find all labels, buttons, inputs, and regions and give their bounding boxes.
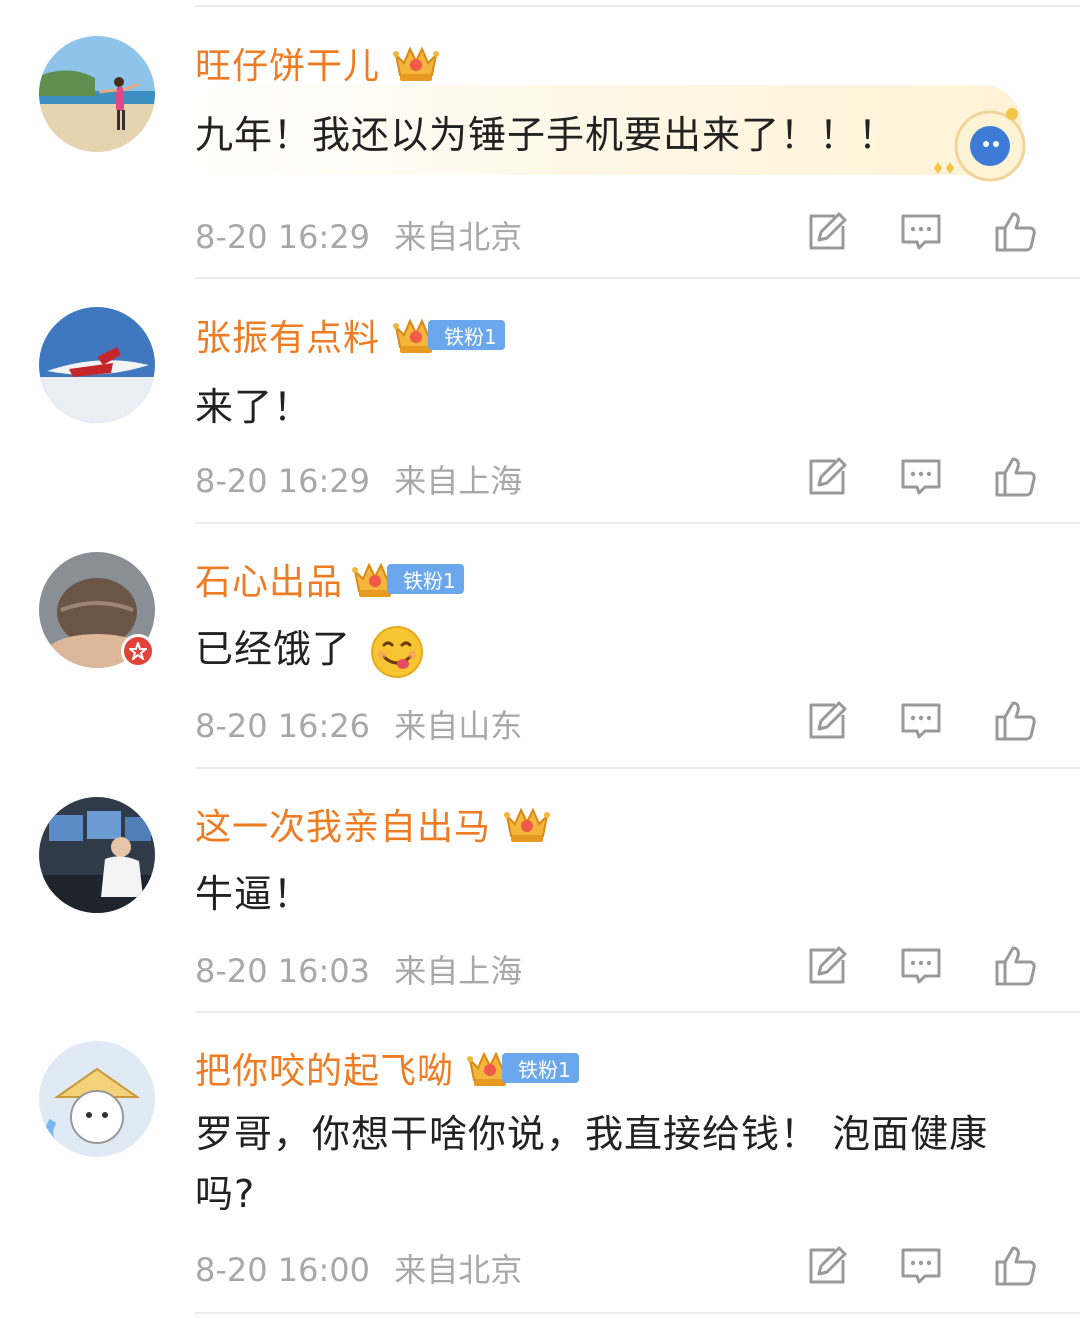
divider [195, 522, 1080, 524]
comment-text: 九年！我还以为锤子手机要出来了！！！ [195, 113, 898, 157]
avatar[interactable] [39, 797, 155, 913]
comment-location: 来自山东 [394, 707, 523, 745]
fan-badge: 铁粉1 [428, 320, 505, 350]
action-bar [805, 944, 1037, 988]
comment-meta: 8-20 16:00 来自北京 [195, 1245, 522, 1291]
comment-icon[interactable] [899, 944, 943, 988]
name-row: 张振有点料 铁粉1 [195, 310, 505, 360]
like-icon[interactable] [993, 699, 1037, 743]
comment-text-content: 已经饿了 [195, 627, 352, 671]
crown-icon [503, 802, 551, 846]
comment-text: 来了！ [195, 385, 313, 429]
comment-meta: 8-20 16:03 来自上海 [195, 946, 522, 992]
action-bar [805, 699, 1037, 743]
like-icon[interactable] [993, 1244, 1037, 1288]
comment-location: 来自北京 [394, 1251, 523, 1289]
repost-icon[interactable] [805, 699, 849, 743]
username[interactable]: 张振有点料 [195, 309, 380, 361]
astronaut-bubble-icon [934, 108, 1026, 182]
divider [195, 1011, 1080, 1013]
like-icon[interactable] [993, 455, 1037, 499]
action-bar [805, 455, 1037, 499]
like-icon[interactable] [993, 210, 1037, 254]
fan-badge: 铁粉1 [387, 564, 464, 594]
comment-location: 来自上海 [394, 952, 523, 990]
name-row: 把你咬的起飞呦 铁粉1 [195, 1043, 579, 1093]
comment-icon[interactable] [899, 699, 943, 743]
comment-text: 牛逼！ [195, 872, 313, 916]
divider [195, 1312, 1080, 1314]
repost-icon[interactable] [805, 210, 849, 254]
comment-meta: 8-20 16:29 来自上海 [195, 456, 522, 502]
username[interactable]: 把你咬的起飞呦 [195, 1042, 454, 1094]
action-bar [805, 1244, 1037, 1288]
comment-icon[interactable] [899, 455, 943, 499]
comment-time: 8-20 16:29 [195, 218, 371, 256]
comment-time: 8-20 16:29 [195, 462, 371, 500]
comment-icon[interactable] [899, 1244, 943, 1288]
username[interactable]: 旺仔饼干儿 [195, 37, 380, 89]
comment-meta: 8-20 16:26 来自山东 [195, 701, 522, 747]
avatar[interactable] [39, 1041, 155, 1157]
avatar[interactable] [39, 307, 155, 423]
username[interactable]: 石心出品 [195, 553, 343, 605]
repost-icon[interactable] [805, 1244, 849, 1288]
comment-time: 8-20 16:26 [195, 707, 371, 745]
top-divider [195, 5, 1080, 7]
comment-location: 来自上海 [394, 462, 523, 500]
comment-location: 来自北京 [394, 218, 523, 256]
divider [195, 277, 1080, 279]
username[interactable]: 这一次我亲自出马 [195, 798, 491, 850]
yummy-face-emoji [371, 625, 424, 678]
comment-text: 已经饿了 [195, 618, 424, 679]
comment-text: 罗哥，你想干啥你说，我直接给钱！ 泡面健康吗? [195, 1112, 989, 1216]
repost-icon[interactable] [805, 944, 849, 988]
repost-icon[interactable] [805, 455, 849, 499]
verified-badge-icon [121, 634, 155, 668]
comment-time: 8-20 16:03 [195, 952, 371, 990]
name-row: 石心出品 铁粉1 [195, 554, 464, 604]
divider [195, 767, 1080, 769]
action-bar [805, 210, 1037, 254]
like-icon[interactable] [993, 944, 1037, 988]
name-row: 这一次我亲自出马 [195, 799, 551, 849]
name-row: 旺仔饼干儿 [195, 38, 440, 88]
fan-badge: 铁粉1 [502, 1053, 579, 1083]
comment-meta: 8-20 16:29 来自北京 [195, 212, 522, 258]
crown-icon [392, 41, 440, 85]
comment-time: 8-20 16:00 [195, 1251, 371, 1289]
comment-icon[interactable] [899, 210, 943, 254]
avatar[interactable] [39, 36, 155, 152]
